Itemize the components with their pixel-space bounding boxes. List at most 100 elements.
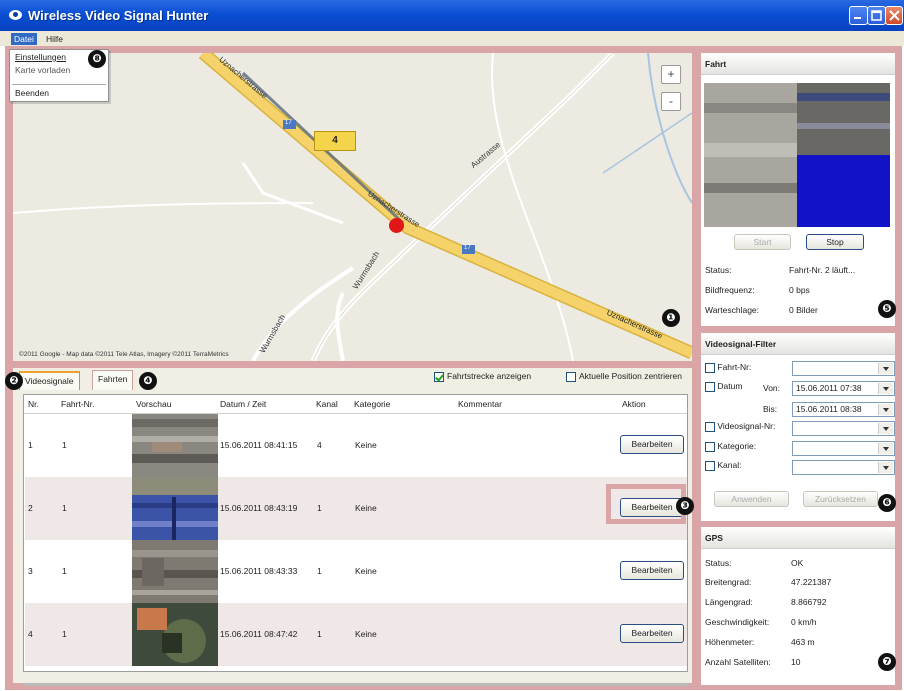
- callout-7: ❼: [878, 653, 896, 671]
- cell-datetime: 15.06.2011 08:47:42: [220, 629, 298, 639]
- filter-panel: Videosignal-Filter Fahrt-Nr: Datum Von: …: [701, 333, 895, 521]
- fahrt-panel: Fahrt Start Stop Status: Fahrt-Nr. 2 läu…: [701, 53, 895, 326]
- map-view[interactable]: + - Uznacherstrasse Uznacherstrasse Aust…: [13, 53, 692, 361]
- title-bar: Wireless Video Signal Hunter: [0, 0, 904, 31]
- kanal-label: Kanal:: [717, 460, 742, 470]
- minimize-button[interactable]: [849, 6, 868, 25]
- kategorie-select[interactable]: [792, 441, 895, 456]
- col-header-fahrt-nr[interactable]: Fahrt-Nr.: [61, 399, 95, 409]
- kategorie-checkbox[interactable]: [705, 441, 715, 452]
- cell-fahrt-nr: 1: [62, 440, 67, 450]
- fahrt-status-label: Status:: [705, 265, 732, 275]
- filter-videosignal-nr[interactable]: Videosignal-Nr:: [705, 421, 775, 432]
- cell-kategorie: Keine: [355, 566, 377, 576]
- von-label: Von:: [763, 383, 781, 393]
- bis-value: 15.06.2011 08:38: [796, 404, 862, 414]
- callout-6: ❻: [878, 494, 896, 512]
- col-header-kommentar[interactable]: Kommentar: [458, 399, 502, 409]
- cell-nr: 1: [28, 440, 33, 450]
- road-number: 17: [464, 245, 471, 251]
- start-button[interactable]: Start: [734, 234, 791, 250]
- datum-checkbox[interactable]: [705, 381, 715, 392]
- menu-item-karte-vorladen[interactable]: Karte vorladen: [15, 65, 70, 75]
- fahrt-nr-checkbox[interactable]: [705, 362, 715, 373]
- filter-datum[interactable]: Datum: [705, 381, 742, 392]
- table-row[interactable]: 2 1 15.06.2011 08:43:19 1 Keine Bearbeit…: [25, 477, 687, 540]
- gps-label: Breitengrad:: [705, 577, 752, 587]
- video-thumbnail: [132, 414, 218, 477]
- zoom-out-button[interactable]: -: [661, 92, 681, 111]
- edit-button[interactable]: Bearbeiten: [620, 561, 684, 580]
- queue-value: 0 Bilder: [789, 305, 818, 315]
- cell-nr: 3: [28, 566, 33, 576]
- fahrt-nr-select[interactable]: [792, 361, 895, 376]
- gps-label: Anzahl Satelliten:: [705, 657, 771, 667]
- close-button[interactable]: [885, 6, 903, 25]
- zoom-in-button[interactable]: +: [661, 65, 681, 84]
- drive-marker[interactable]: 4: [314, 131, 356, 151]
- kanal-select[interactable]: [792, 460, 895, 475]
- cell-nr: 2: [28, 503, 33, 513]
- chevron-down-icon: [878, 383, 893, 394]
- fahrt-status-value: Fahrt-Nr. 2 läuft...: [789, 265, 856, 275]
- cell-kanal: 4: [317, 440, 322, 450]
- gps-value: 463 m: [791, 637, 815, 647]
- table-scrollbar[interactable]: [23, 683, 689, 686]
- table-row[interactable]: 4 1 15.06.2011 08:47:42 1 Keine Bearbeit…: [25, 603, 687, 666]
- show-route-checkbox[interactable]: [434, 371, 444, 382]
- menu-bar: Datei Hilfe: [0, 31, 904, 46]
- kanal-checkbox[interactable]: [705, 460, 715, 471]
- current-position-dot: [389, 218, 404, 233]
- chevron-down-icon: [878, 404, 893, 415]
- gps-value: 0 km/h: [791, 617, 817, 627]
- table-row[interactable]: 1 1 15.06.2011 08:41:15 4 Keine Bearbeit…: [25, 414, 687, 477]
- gps-label: Status:: [705, 558, 732, 568]
- chevron-down-icon: [878, 462, 893, 473]
- tab-videosignale[interactable]: Videosignale: [19, 371, 80, 390]
- gps-panel: GPS Status: OK Breitengrad: 47.221387 Lä…: [701, 527, 895, 685]
- video-thumbnail: [132, 477, 218, 540]
- apply-filter-button[interactable]: Anwenden: [714, 491, 789, 507]
- tab-fahrten[interactable]: Fahrten: [92, 370, 134, 390]
- col-header-kategorie[interactable]: Kategorie: [354, 399, 390, 409]
- videosignal-panel: Nr. Fahrt-Nr. Vorschau Datum / Zeit Kana…: [13, 390, 692, 683]
- col-header-vorschau[interactable]: Vorschau: [136, 399, 171, 409]
- cell-nr: 4: [28, 629, 33, 639]
- center-position-option[interactable]: Aktuelle Position zentrieren: [566, 371, 682, 382]
- videosignal-nr-select[interactable]: [792, 421, 895, 436]
- edit-button[interactable]: Bearbeiten: [620, 624, 684, 643]
- filter-kategorie[interactable]: Kategorie:: [705, 441, 756, 452]
- fahrt-panel-title: Fahrt: [701, 53, 895, 75]
- filter-panel-title: Videosignal-Filter: [701, 333, 895, 355]
- edit-button[interactable]: Bearbeiten: [620, 435, 684, 454]
- col-header-aktion[interactable]: Aktion: [622, 399, 646, 409]
- bis-datetime-picker[interactable]: 15.06.2011 08:38: [792, 402, 895, 417]
- table-row[interactable]: 3 1 15.06.2011 08:43:33 1 Keine Bearbeit…: [25, 540, 687, 603]
- show-route-option[interactable]: Fahrtstrecke anzeigen: [434, 371, 531, 382]
- queue-label: Warteschlage:: [705, 305, 760, 315]
- filter-fahrt-nr[interactable]: Fahrt-Nr:: [705, 362, 751, 373]
- von-datetime-picker[interactable]: 15.06.2011 07:38: [792, 381, 895, 396]
- col-header-kanal[interactable]: Kanal: [316, 399, 338, 409]
- reset-filter-button[interactable]: Zurücksetzen: [803, 491, 878, 507]
- filter-kanal[interactable]: Kanal:: [705, 460, 741, 471]
- stop-button[interactable]: Stop: [806, 234, 864, 250]
- gps-value: 10: [791, 657, 801, 667]
- edit-button-highlight: [606, 484, 686, 524]
- videosignal-nr-checkbox[interactable]: [705, 421, 715, 432]
- chevron-down-icon: [878, 363, 893, 374]
- col-header-nr[interactable]: Nr.: [28, 399, 39, 409]
- menu-item-beenden[interactable]: Beenden: [15, 88, 49, 98]
- menu-datei[interactable]: Datei: [11, 33, 37, 45]
- fps-label: Bildfrequenz:: [705, 285, 755, 295]
- col-header-datum-zeit[interactable]: Datum / Zeit: [220, 399, 266, 409]
- maximize-button[interactable]: [867, 6, 886, 25]
- datum-label: Datum: [717, 381, 743, 391]
- center-position-checkbox[interactable]: [566, 371, 576, 382]
- gps-value: 47.221387: [791, 577, 832, 587]
- cell-kanal: 1: [317, 629, 322, 639]
- menu-separator: [12, 84, 106, 85]
- menu-hilfe[interactable]: Hilfe: [43, 33, 66, 45]
- callout-4: ❹: [139, 372, 157, 390]
- cell-kategorie: Keine: [355, 503, 377, 513]
